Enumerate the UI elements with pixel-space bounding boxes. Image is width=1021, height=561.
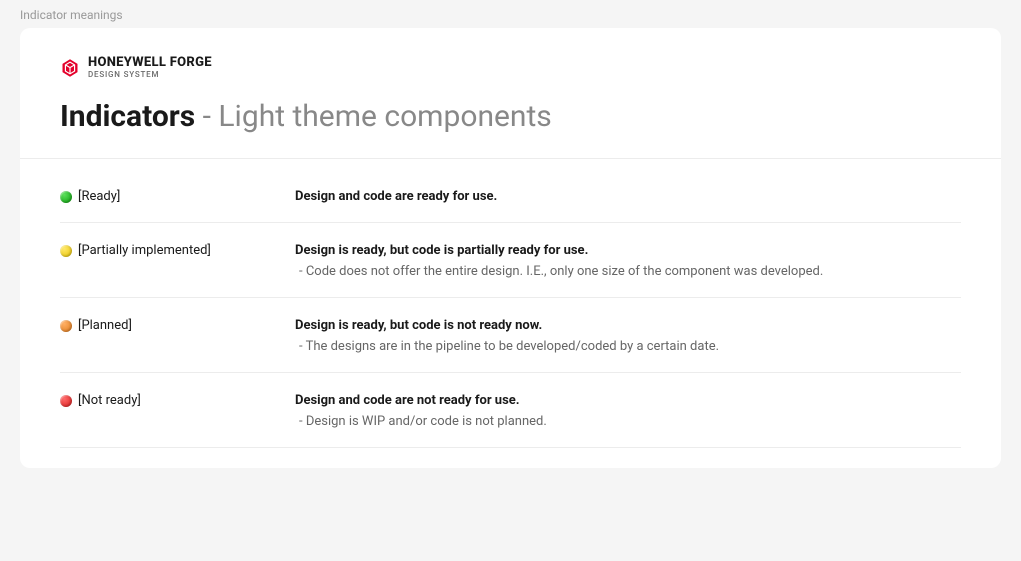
page-title-bold: Indicators [60, 99, 195, 134]
desc-secondary: - The designs are in the pipeline to be … [295, 339, 961, 354]
card-header: HONEYWELL FORGE DESIGN SYSTEM Indicators… [20, 28, 1001, 159]
brand-subtitle: DESIGN SYSTEM [88, 71, 212, 79]
desc-primary: Design is ready, but code is not ready n… [295, 318, 961, 333]
indicator-label: [Not ready] [78, 393, 141, 408]
status-dot-icon [60, 245, 72, 257]
indicator-row-ready: [Ready] Design and code are ready for us… [60, 169, 961, 223]
indicator-desc: Design and code are not ready for use. -… [295, 393, 961, 429]
page-title: Indicators - Light theme components [60, 99, 961, 134]
indicator-row-partial: [Partially implemented] Design is ready,… [60, 223, 961, 298]
indicator-key: [Planned] [60, 318, 295, 333]
status-dot-icon [60, 395, 72, 407]
desc-primary: Design is ready, but code is partially r… [295, 243, 961, 258]
indicator-desc: Design and code are ready for use. [295, 189, 961, 204]
page-label: Indicator meanings [0, 0, 1021, 28]
brand-text: HONEYWELL FORGE DESIGN SYSTEM [88, 56, 212, 79]
desc-primary: Design and code are not ready for use. [295, 393, 961, 408]
page-title-sep: - [195, 99, 218, 134]
brand-hexagon-icon [60, 58, 80, 78]
indicator-desc: Design is ready, but code is partially r… [295, 243, 961, 279]
desc-secondary: - Code does not offer the entire design.… [295, 264, 961, 279]
brand: HONEYWELL FORGE DESIGN SYSTEM [60, 56, 961, 79]
indicator-list: [Ready] Design and code are ready for us… [20, 159, 1001, 468]
brand-title: HONEYWELL FORGE [88, 56, 212, 69]
status-dot-icon [60, 320, 72, 332]
indicator-desc: Design is ready, but code is not ready n… [295, 318, 961, 354]
indicator-key: [Partially implemented] [60, 243, 295, 258]
indicator-label: [Planned] [78, 318, 132, 333]
indicator-key: [Not ready] [60, 393, 295, 408]
indicator-row-planned: [Planned] Design is ready, but code is n… [60, 298, 961, 373]
indicator-row-notready: [Not ready] Design and code are not read… [60, 373, 961, 448]
desc-primary: Design and code are ready for use. [295, 189, 961, 204]
indicator-label: [Ready] [78, 189, 120, 204]
main-card: HONEYWELL FORGE DESIGN SYSTEM Indicators… [20, 28, 1001, 468]
page-title-light: Light theme components [218, 99, 551, 134]
indicator-label: [Partially implemented] [78, 243, 211, 258]
desc-secondary: - Design is WIP and/or code is not plann… [295, 414, 961, 429]
status-dot-icon [60, 191, 72, 203]
indicator-key: [Ready] [60, 189, 295, 204]
